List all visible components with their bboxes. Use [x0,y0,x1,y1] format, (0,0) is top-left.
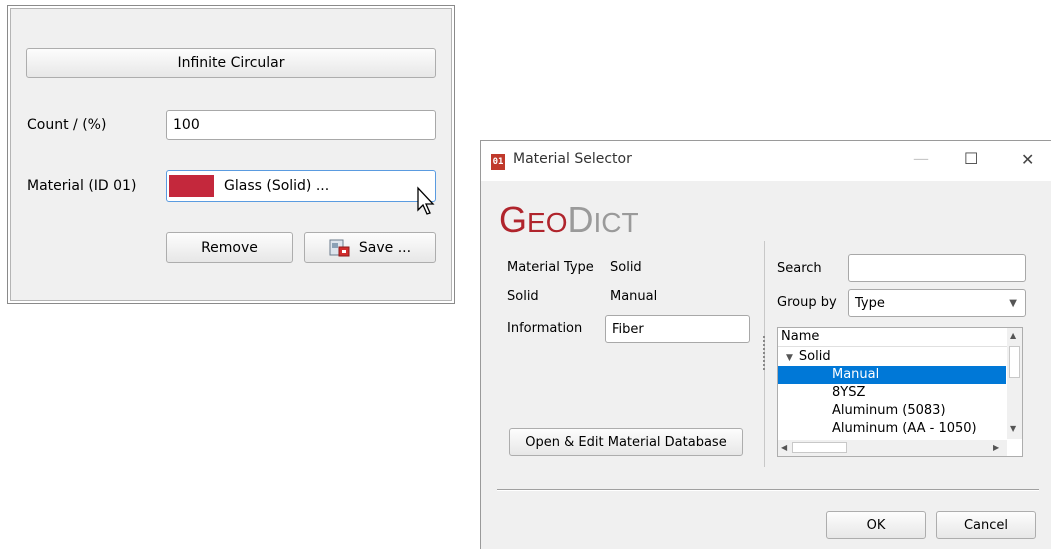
tree-header-divider [778,346,1007,347]
group-by-select[interactable]: Type ▼ [848,289,1026,317]
vertical-scrollbar[interactable]: ▲ ▼ [1007,328,1022,439]
save-button-label: Save ... [358,239,412,256]
count-label: Count / (%) [27,117,107,133]
solid-label: Solid [507,289,539,304]
window-title: Material Selector [513,151,632,167]
tree-item-aluminum-aa-1050[interactable]: Aluminum (AA - 1050) [832,420,977,438]
information-field[interactable]: Fiber [605,315,750,343]
remove-button[interactable]: Remove [166,232,293,263]
solid-value: Manual [610,289,658,304]
group-by-value: Type [855,295,885,311]
material-panel: Infinite Circular Count / (%) 100 Materi… [7,5,455,304]
information-label: Information [507,321,583,336]
material-color-swatch [169,175,214,197]
geodict-logo: GEODICT [499,195,679,240]
group-by-label: Group by [777,295,837,310]
svg-text:GEODICT: GEODICT [499,199,639,239]
scrollbar-thumb[interactable] [1009,346,1020,378]
save-button[interactable]: Save ... [304,232,436,263]
app-icon: 01 [491,154,505,170]
scroll-left-icon[interactable]: ◀ [781,443,787,452]
horizontal-separator-highlight [497,490,1039,491]
open-edit-database-button[interactable]: Open & Edit Material Database [509,428,743,456]
shape-type-button[interactable]: Infinite Circular [26,48,436,78]
chevron-down-icon: ▼ [1009,297,1017,309]
hscrollbar-thumb[interactable] [792,442,847,453]
search-input[interactable] [848,254,1026,282]
material-type-label: Material Type [507,260,594,275]
material-value: Glass (Solid) ... [224,178,330,194]
mouse-cursor-icon [417,186,435,215]
tree-item-manual[interactable]: Manual [778,366,1006,384]
tree-item-aluminum-5083[interactable]: Aluminum (5083) [832,402,946,420]
material-selector-dialog: 01 Material Selector — ☐ ✕ GEODICT Mater… [480,140,1051,549]
tree-item-label: Solid [798,349,831,364]
material-tree[interactable]: Name ▼ Solid Manual 8YSZ Aluminum (5083) … [777,327,1023,457]
count-field[interactable]: 100 [166,110,436,140]
title-bar: 01 Material Selector — ☐ ✕ [481,141,1051,181]
material-label: Material (ID 01) [27,178,137,194]
material-select-button[interactable]: Glass (Solid) ... [166,170,436,202]
minimize-icon[interactable]: — [913,149,929,168]
scroll-right-icon[interactable]: ▶ [993,443,999,452]
ok-button[interactable]: OK [826,511,926,539]
save-database-icon [329,239,350,256]
expand-arrow-icon: ▼ [786,353,793,363]
material-type-value: Solid [610,260,642,275]
scroll-up-icon[interactable]: ▲ [1010,331,1016,340]
tree-item-8ysz[interactable]: 8YSZ [832,384,865,402]
search-label: Search [777,261,822,276]
tree-item-solid[interactable]: ▼ Solid [786,348,831,366]
tree-header-name[interactable]: Name [781,328,819,346]
splitter-handle[interactable] [763,336,765,372]
horizontal-scrollbar[interactable]: ◀ ▶ [778,440,1007,456]
scroll-down-icon[interactable]: ▼ [1010,424,1016,433]
maximize-icon[interactable]: ☐ [964,149,978,168]
close-icon[interactable]: ✕ [1021,150,1034,169]
cancel-button[interactable]: Cancel [936,511,1036,539]
geodict-logo-icon: GEODICT [499,199,639,240]
